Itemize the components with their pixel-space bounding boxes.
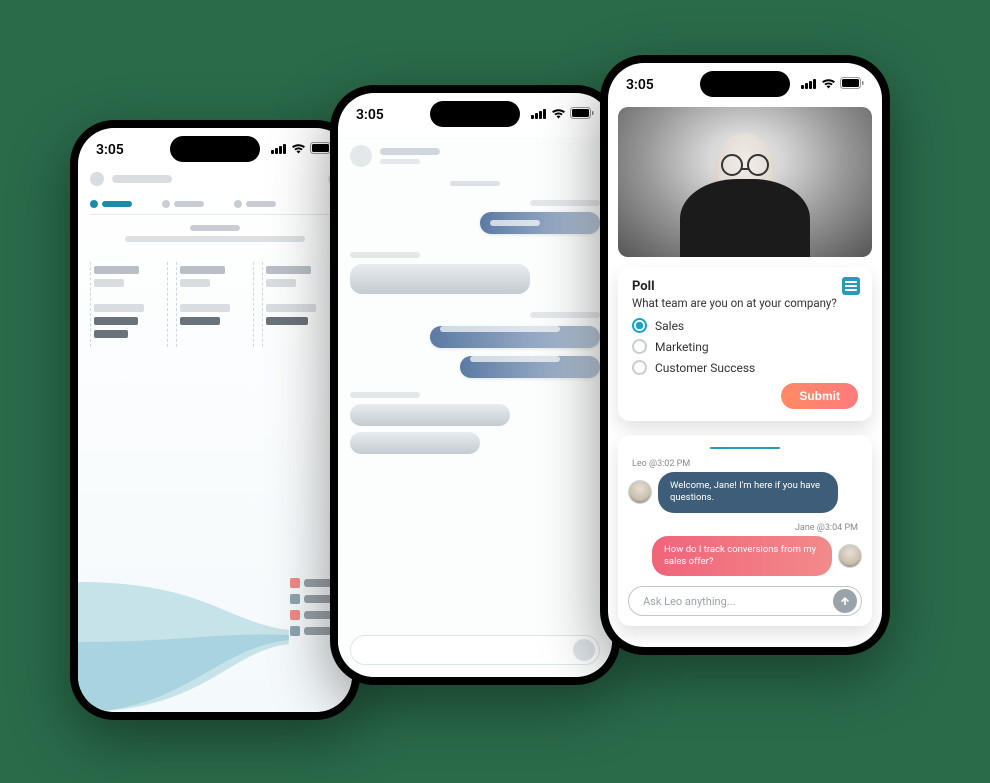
- battery-icon: [570, 107, 594, 123]
- status-icons: [801, 77, 864, 93]
- message-list[interactable]: [350, 181, 600, 454]
- poll-option-label: Marketing: [655, 340, 709, 354]
- tab-2[interactable]: [162, 200, 204, 208]
- radio-icon: [632, 360, 647, 375]
- chat-message-leo: Welcome, Jane! I'm here if you have ques…: [628, 472, 862, 513]
- column-1: [90, 262, 168, 347]
- chat-header: [350, 137, 600, 181]
- phone-analytics: 3:05: [70, 120, 360, 720]
- poll-icon: [842, 277, 860, 295]
- status-time: 3:05: [356, 107, 384, 123]
- skeleton-heading: [190, 225, 240, 231]
- poll-option-label: Customer Success: [655, 361, 755, 375]
- submit-button[interactable]: Submit: [781, 383, 858, 409]
- poll-option-sales[interactable]: Sales: [632, 318, 858, 333]
- poll-title: Poll: [632, 279, 858, 294]
- chat-meta: Leo @3:02 PM: [628, 459, 862, 469]
- kanban-columns: [90, 262, 340, 347]
- phone-messages: 3:05: [330, 85, 620, 685]
- phone-notch: [170, 136, 260, 162]
- chat-card: Leo @3:02 PM Welcome, Jane! I'm here if …: [618, 435, 872, 626]
- battery-icon: [840, 77, 864, 93]
- send-button[interactable]: [833, 589, 857, 613]
- glasses-icon: [721, 154, 769, 180]
- column-2: [176, 262, 254, 347]
- chat-bubble-outgoing[interactable]: [350, 264, 530, 294]
- chat-bubble-incoming[interactable]: [480, 212, 600, 234]
- chat-bubble-incoming[interactable]: [430, 326, 600, 348]
- skeleton-avatar: [90, 172, 104, 186]
- wifi-icon: [291, 142, 306, 158]
- skeleton-subheading: [125, 236, 305, 242]
- poll-question: What team are you on at your company?: [632, 296, 858, 310]
- chat-bubble-outgoing[interactable]: [350, 432, 480, 454]
- avatar: [838, 544, 862, 568]
- radio-icon: [632, 339, 647, 354]
- column-3: [262, 262, 340, 347]
- status-time: 3:05: [626, 77, 654, 93]
- chat-bubble-incoming[interactable]: [460, 356, 600, 378]
- poll-card: Poll What team are you on at your compan…: [618, 267, 872, 421]
- status-time: 3:05: [96, 142, 124, 158]
- send-button[interactable]: [573, 639, 595, 661]
- avatar: [628, 480, 652, 504]
- tab-3[interactable]: [234, 200, 276, 208]
- tab-1[interactable]: [90, 200, 132, 208]
- legend: [290, 578, 334, 642]
- status-icons: [271, 142, 334, 158]
- three-phone-mockup: 3:05: [0, 0, 990, 783]
- chat-message-jane: How do I track conversions from my sales…: [628, 536, 862, 577]
- chat-bubble-outgoing[interactable]: [350, 404, 510, 426]
- section-divider: [710, 447, 780, 449]
- input-placeholder: Ask Leo anything...: [643, 595, 735, 608]
- phone-notch: [700, 71, 790, 97]
- poll-option-customer-success[interactable]: Customer Success: [632, 360, 858, 375]
- chat-bubble: Welcome, Jane! I'm here if you have ques…: [658, 472, 838, 513]
- message-input[interactable]: [350, 635, 600, 665]
- poll-option-label: Sales: [655, 319, 684, 333]
- chat-meta: Jane @3:04 PM: [628, 523, 862, 533]
- radio-selected-icon: [632, 318, 647, 333]
- phone-webinar: 3:05 Poll What team are you on at your c…: [600, 55, 890, 655]
- status-icons: [531, 107, 594, 123]
- signal-icon: [271, 142, 287, 158]
- arrow-up-icon: [839, 595, 851, 607]
- chat-bubble: How do I track conversions from my sales…: [652, 536, 832, 577]
- tabs: [90, 194, 340, 215]
- phone-notch: [430, 101, 520, 127]
- signal-icon: [531, 107, 547, 123]
- presenter-video[interactable]: [618, 107, 872, 257]
- poll-option-marketing[interactable]: Marketing: [632, 339, 858, 354]
- ask-input[interactable]: Ask Leo anything...: [628, 586, 862, 616]
- wifi-icon: [551, 107, 566, 123]
- wifi-icon: [821, 77, 836, 93]
- skeleton-title: [112, 175, 172, 183]
- signal-icon: [801, 77, 817, 93]
